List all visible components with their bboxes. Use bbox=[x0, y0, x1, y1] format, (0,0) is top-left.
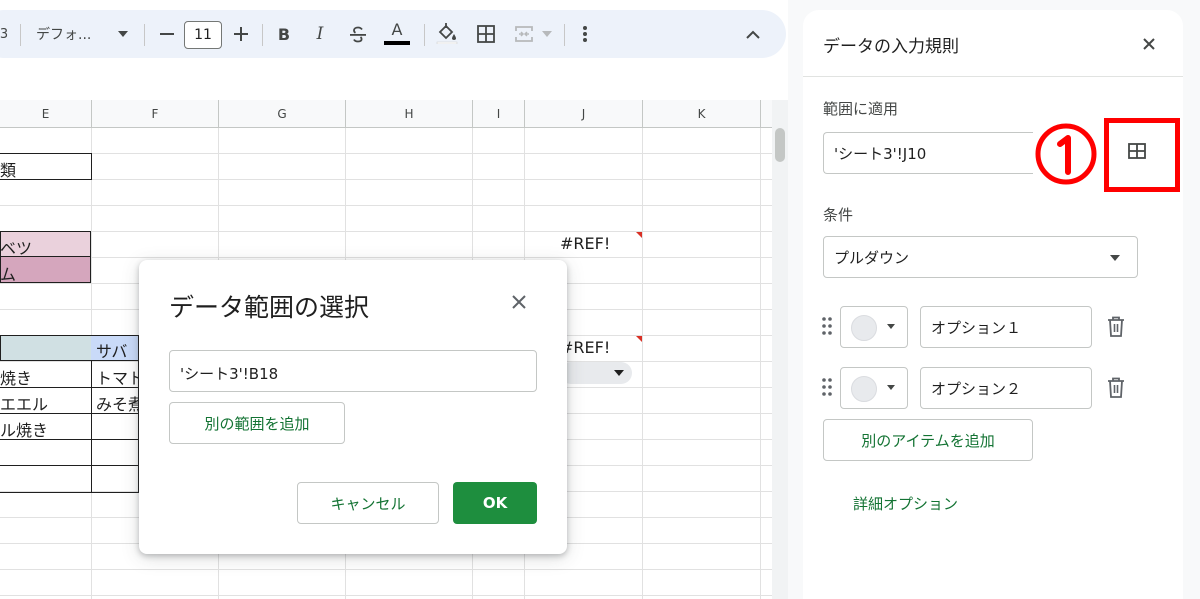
cell-text: エエル bbox=[0, 395, 49, 414]
merge-cells-icon[interactable] bbox=[512, 20, 536, 48]
row-line bbox=[0, 153, 772, 154]
cell-text: ベツ bbox=[0, 239, 33, 258]
cell-text: ム bbox=[0, 265, 17, 284]
range-input[interactable]: 'シート3'!B18 bbox=[169, 350, 537, 392]
row-line bbox=[0, 231, 772, 232]
row-line bbox=[0, 569, 772, 570]
toolbar-divider bbox=[144, 24, 145, 46]
text-color-button[interactable]: A bbox=[382, 18, 412, 48]
option-color-picker[interactable] bbox=[840, 306, 908, 348]
error-indicator bbox=[636, 232, 642, 238]
column-header-g[interactable]: G bbox=[219, 100, 346, 128]
color-swatch bbox=[851, 376, 877, 402]
column-line bbox=[642, 128, 643, 599]
column-header-row: E F G H I J K bbox=[0, 100, 772, 128]
cell-text: トマト bbox=[96, 369, 138, 388]
increase-font-size-button[interactable] bbox=[230, 20, 252, 48]
row-line bbox=[0, 205, 772, 206]
close-icon[interactable] bbox=[1140, 35, 1158, 53]
chevron-down-icon bbox=[887, 385, 895, 390]
cell-text: 焼き bbox=[0, 369, 33, 388]
condition-select[interactable]: プルダウン bbox=[823, 236, 1138, 278]
row-line bbox=[0, 179, 772, 180]
row-line bbox=[0, 595, 772, 596]
chevron-down-icon bbox=[887, 324, 895, 329]
column-header-f[interactable]: F bbox=[92, 100, 219, 128]
cell-ref-error: #REF! bbox=[560, 234, 611, 253]
add-item-button[interactable]: 別のアイテムを追加 bbox=[823, 419, 1033, 461]
column-header-i[interactable]: I bbox=[473, 100, 525, 128]
font-family-select[interactable]: デフォ... bbox=[36, 20, 100, 48]
cell-text: サバ bbox=[96, 342, 128, 361]
panel-title: データの入力規則 bbox=[823, 37, 959, 57]
condition-dropdown-caret-icon bbox=[1110, 255, 1120, 261]
apply-range-label: 範囲に適用 bbox=[823, 100, 899, 118]
error-indicator bbox=[636, 336, 642, 342]
toolbar-divider bbox=[20, 24, 21, 46]
font-size-input[interactable]: 11 bbox=[184, 21, 222, 49]
option-input[interactable]: オプション２ bbox=[920, 367, 1092, 409]
condition-label: 条件 bbox=[823, 206, 854, 224]
delete-option-icon[interactable] bbox=[1106, 316, 1126, 338]
column-line bbox=[760, 128, 761, 599]
column-header-k[interactable]: K bbox=[643, 100, 761, 128]
select-data-range-dialog: データ範囲の選択 'シート3'!B18 別の範囲を追加 キャンセル OK bbox=[139, 260, 567, 554]
ok-button[interactable]: OK bbox=[453, 482, 537, 524]
font-dropdown-caret-icon[interactable] bbox=[116, 20, 130, 48]
table-line bbox=[0, 465, 140, 466]
text-color-letter: A bbox=[391, 20, 403, 39]
strikethrough-icon[interactable] bbox=[346, 20, 370, 48]
more-options-icon[interactable] bbox=[576, 20, 594, 48]
drag-handle-icon[interactable] bbox=[822, 378, 832, 396]
collapse-toolbar-icon[interactable] bbox=[742, 20, 764, 48]
option-color-picker[interactable] bbox=[840, 367, 908, 409]
advanced-options-link[interactable]: 詳細オプション bbox=[853, 493, 958, 514]
toolbar-divider bbox=[564, 24, 565, 46]
cell-text: 類 bbox=[0, 161, 17, 180]
merge-dropdown-caret-icon[interactable] bbox=[540, 20, 554, 48]
column-header-e[interactable]: E bbox=[0, 100, 92, 128]
select-range-grid-icon[interactable] bbox=[1112, 132, 1162, 170]
delete-option-icon[interactable] bbox=[1106, 377, 1126, 399]
drag-handle-icon[interactable] bbox=[822, 317, 832, 335]
toolbar-divider bbox=[262, 24, 263, 46]
apply-range-input[interactable]: 'シート3'!J10 bbox=[823, 132, 1033, 174]
close-icon[interactable] bbox=[509, 292, 529, 312]
cell-ref-error: #REF! bbox=[560, 338, 611, 357]
cell-text: みそ煮 bbox=[96, 395, 138, 414]
dialog-title: データ範囲の選択 bbox=[169, 293, 370, 322]
condition-value: プルダウン bbox=[834, 248, 910, 267]
row-line bbox=[0, 257, 772, 258]
cell-text: ル焼き bbox=[0, 421, 49, 440]
toolbar-divider bbox=[424, 24, 425, 46]
vertical-scrollbar[interactable] bbox=[772, 100, 788, 599]
dropdown-chip[interactable] bbox=[560, 362, 632, 384]
borders-icon[interactable] bbox=[474, 20, 498, 48]
cell-ref-fragment: 3 bbox=[0, 26, 9, 42]
column-header-j[interactable]: J bbox=[525, 100, 643, 128]
text-color-swatch bbox=[384, 41, 410, 45]
bold-button[interactable]: B bbox=[274, 20, 294, 48]
decrease-font-size-button[interactable] bbox=[156, 20, 178, 48]
column-header-h[interactable]: H bbox=[346, 100, 473, 128]
fill-color-icon[interactable] bbox=[434, 18, 460, 48]
color-swatch bbox=[851, 315, 877, 341]
cell-e-header[interactable] bbox=[0, 335, 92, 361]
panel-divider bbox=[803, 76, 1183, 77]
italic-button[interactable]: I bbox=[310, 20, 330, 48]
scroll-thumb[interactable] bbox=[775, 128, 785, 162]
add-range-button[interactable]: 別の範囲を追加 bbox=[169, 402, 345, 444]
annotation-number-badge: ① bbox=[1034, 122, 1098, 186]
cancel-button[interactable]: キャンセル bbox=[297, 482, 439, 524]
option-input[interactable]: オプション１ bbox=[920, 306, 1092, 348]
